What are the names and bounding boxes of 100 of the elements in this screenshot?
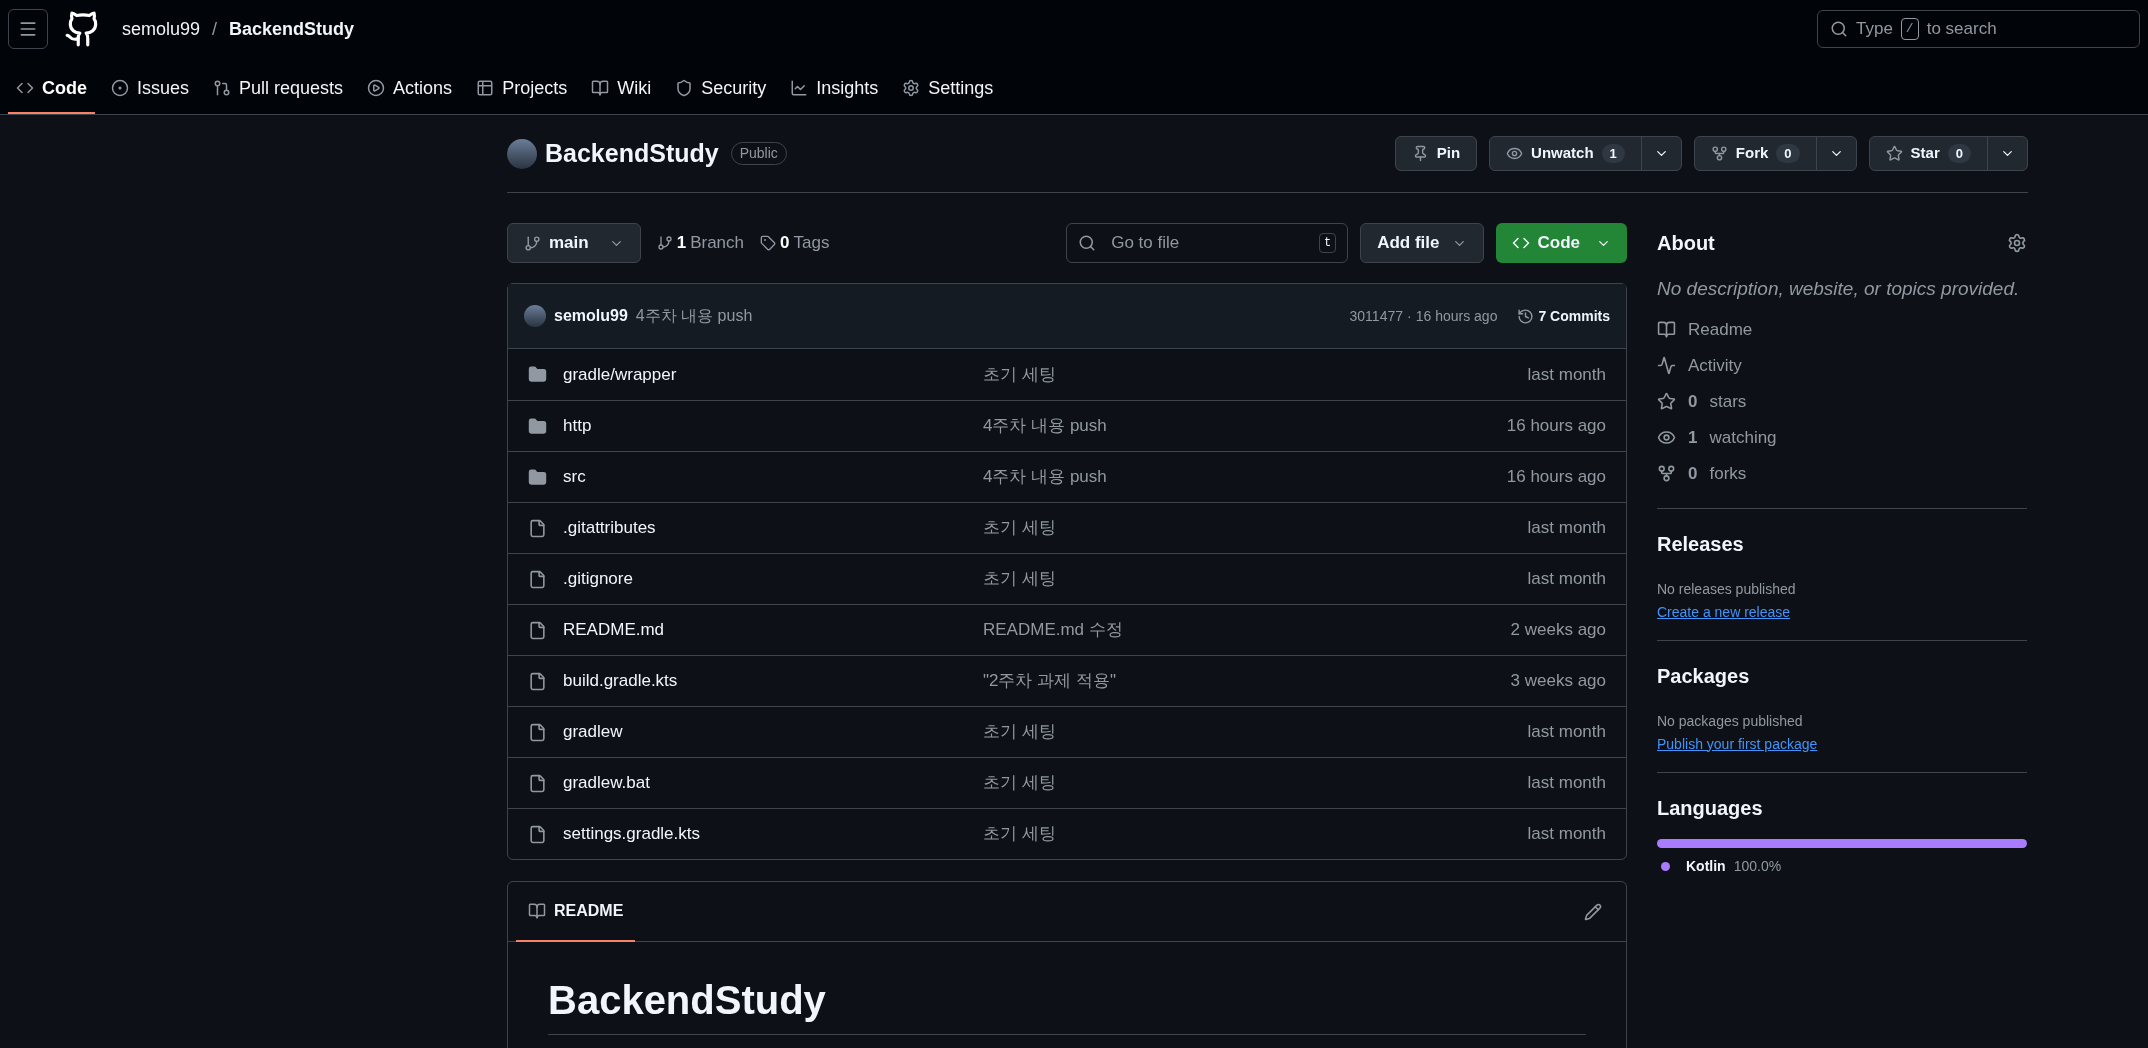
commit-message-link[interactable]: 초기 세팅 bbox=[983, 821, 1056, 847]
search-field[interactable]: Type / to search bbox=[1817, 10, 2140, 48]
pull-request-icon bbox=[213, 79, 232, 97]
search-hint: Type bbox=[1856, 18, 1893, 41]
commit-time: 2 weeks ago bbox=[1510, 619, 1606, 642]
repo-link[interactable]: BackendStudy bbox=[229, 15, 355, 43]
file-name-link[interactable]: .gitignore bbox=[563, 566, 983, 592]
edit-icon[interactable] bbox=[1584, 902, 1602, 921]
about-description: No description, website, or topics provided. bbox=[1657, 277, 2021, 301]
commit-message-link[interactable]: 초기 세팅 bbox=[983, 361, 1056, 388]
commit-message-link[interactable]: 초기 세팅 bbox=[983, 770, 1056, 796]
path-separator: / bbox=[212, 17, 218, 41]
eye-icon bbox=[1657, 428, 1676, 447]
book-icon bbox=[1657, 320, 1676, 339]
nav-tab[interactable]: Code bbox=[8, 64, 95, 114]
fork-icon bbox=[1657, 464, 1676, 483]
commit-message-link[interactable]: 초기 세팅 bbox=[983, 515, 1056, 541]
folder-icon bbox=[528, 467, 547, 487]
about-link[interactable]: 1 watching bbox=[1657, 419, 2027, 456]
commit-time: 16 hours ago bbox=[1415, 306, 1498, 326]
key-hint: t bbox=[1318, 233, 1337, 253]
commit-message-link[interactable]: "2주차 과제 적용" bbox=[983, 668, 1116, 694]
menu-button[interactable] bbox=[8, 9, 48, 49]
file-name-link[interactable]: settings.gradle.kts bbox=[563, 821, 983, 847]
file-name-link[interactable]: build.gradle.kts bbox=[563, 668, 983, 694]
commit-time: last month bbox=[1527, 823, 1606, 846]
commit-message-link[interactable]: 초기 세팅 bbox=[983, 566, 1056, 592]
section-heading: Languages bbox=[1657, 795, 1764, 821]
readme-heading: BackendStudy bbox=[548, 970, 1586, 1035]
section-link[interactable]: Create a new release bbox=[1657, 603, 1791, 620]
search-icon bbox=[1830, 20, 1848, 38]
commit-message-link[interactable]: 초기 세팅 bbox=[983, 719, 1056, 745]
count-label: 1 bbox=[1601, 143, 1625, 164]
commit-message-link[interactable]: 4주차 내용 push bbox=[983, 413, 1107, 439]
commit-time: 16 hours ago bbox=[1506, 415, 1606, 438]
history-icon bbox=[1517, 307, 1535, 325]
add-file-button[interactable]: Add file bbox=[1360, 223, 1484, 263]
commit-message-link[interactable]: README.md 수정 bbox=[983, 617, 1123, 643]
folder-icon bbox=[528, 416, 547, 436]
commit-time: 3 weeks ago bbox=[1510, 670, 1606, 693]
count-label: 0 bbox=[1947, 143, 1971, 164]
branch-icon bbox=[524, 234, 541, 252]
file-icon bbox=[528, 722, 547, 742]
repo-action-button[interactable]: Pin bbox=[1395, 137, 1477, 170]
readme-tab[interactable]: README bbox=[516, 881, 636, 942]
file-icon bbox=[528, 518, 547, 538]
commit-time: last month bbox=[1527, 772, 1606, 795]
section-link[interactable]: Publish your first package bbox=[1657, 735, 1818, 752]
owner-link[interactable]: semolu99 bbox=[122, 15, 201, 43]
fork-icon bbox=[1710, 145, 1728, 162]
language-name[interactable]: Kotlin bbox=[1686, 855, 1726, 877]
branches-link[interactable]: 1 Branch bbox=[656, 230, 745, 256]
play-icon bbox=[367, 79, 386, 97]
file-icon bbox=[528, 569, 547, 589]
branch-icon bbox=[656, 235, 673, 251]
graph-icon bbox=[790, 79, 809, 97]
file-icon bbox=[528, 671, 547, 691]
nav-tab[interactable]: Insights bbox=[782, 64, 887, 114]
commit-hash[interactable]: 3011477 bbox=[1349, 305, 1403, 327]
eye-icon bbox=[1506, 145, 1524, 162]
commits-link[interactable]: 7 Commits bbox=[1517, 305, 1610, 327]
commit-message[interactable]: 4주차 내용 push bbox=[635, 304, 753, 328]
commit-time: last month bbox=[1527, 721, 1606, 744]
commit-author[interactable]: semolu99 bbox=[554, 304, 628, 328]
about-heading: About bbox=[1657, 231, 1715, 256]
about-link[interactable]: 0 forks bbox=[1657, 455, 2027, 492]
about-link[interactable]: Readme bbox=[1657, 311, 2027, 348]
settings-icon[interactable] bbox=[2007, 233, 2027, 253]
file-name-link[interactable]: gradlew bbox=[563, 719, 983, 745]
tags-link[interactable]: 0 Tags bbox=[760, 230, 830, 256]
book-icon bbox=[591, 79, 610, 97]
file-name-link[interactable]: .gitattributes bbox=[563, 515, 983, 541]
folder-icon bbox=[528, 365, 547, 384]
search-hint: to search bbox=[1926, 18, 1997, 41]
settings-icon bbox=[902, 79, 921, 97]
nav-tab[interactable]: Projects bbox=[468, 64, 576, 114]
issues-icon bbox=[111, 79, 129, 97]
nav-tab[interactable]: Security bbox=[667, 64, 775, 114]
language-percent: 100.0% bbox=[1733, 856, 1782, 876]
file-name-link[interactable]: gradlew.bat bbox=[563, 770, 983, 796]
about-link[interactable]: 0 stars bbox=[1657, 383, 2027, 420]
code-button[interactable]: Code bbox=[1495, 223, 1627, 263]
book-icon bbox=[528, 901, 546, 920]
about-link[interactable]: Activity bbox=[1657, 347, 2027, 384]
file-name-link[interactable]: README.md bbox=[563, 617, 983, 643]
nav-tab[interactable]: Issues bbox=[103, 64, 198, 114]
branch-button[interactable]: main bbox=[507, 223, 641, 263]
file-name-link[interactable]: gradle/wrapper bbox=[563, 361, 983, 388]
nav-tab[interactable]: Wiki bbox=[583, 64, 660, 114]
file-name-link[interactable]: http bbox=[563, 413, 983, 439]
file-name-link[interactable]: src bbox=[563, 464, 983, 490]
commit-message-link[interactable]: 4주차 내용 push bbox=[983, 464, 1107, 490]
count-label: 0 bbox=[1776, 143, 1800, 164]
section-heading: Packages bbox=[1657, 663, 1751, 689]
nav-tab[interactable]: Settings bbox=[894, 64, 1002, 114]
file-icon bbox=[528, 824, 547, 844]
nav-tab[interactable]: Pull requests bbox=[205, 64, 352, 114]
nav-tab[interactable]: Actions bbox=[359, 64, 461, 114]
commit-time: 16 hours ago bbox=[1506, 466, 1606, 489]
commit-time: last month bbox=[1527, 568, 1606, 591]
